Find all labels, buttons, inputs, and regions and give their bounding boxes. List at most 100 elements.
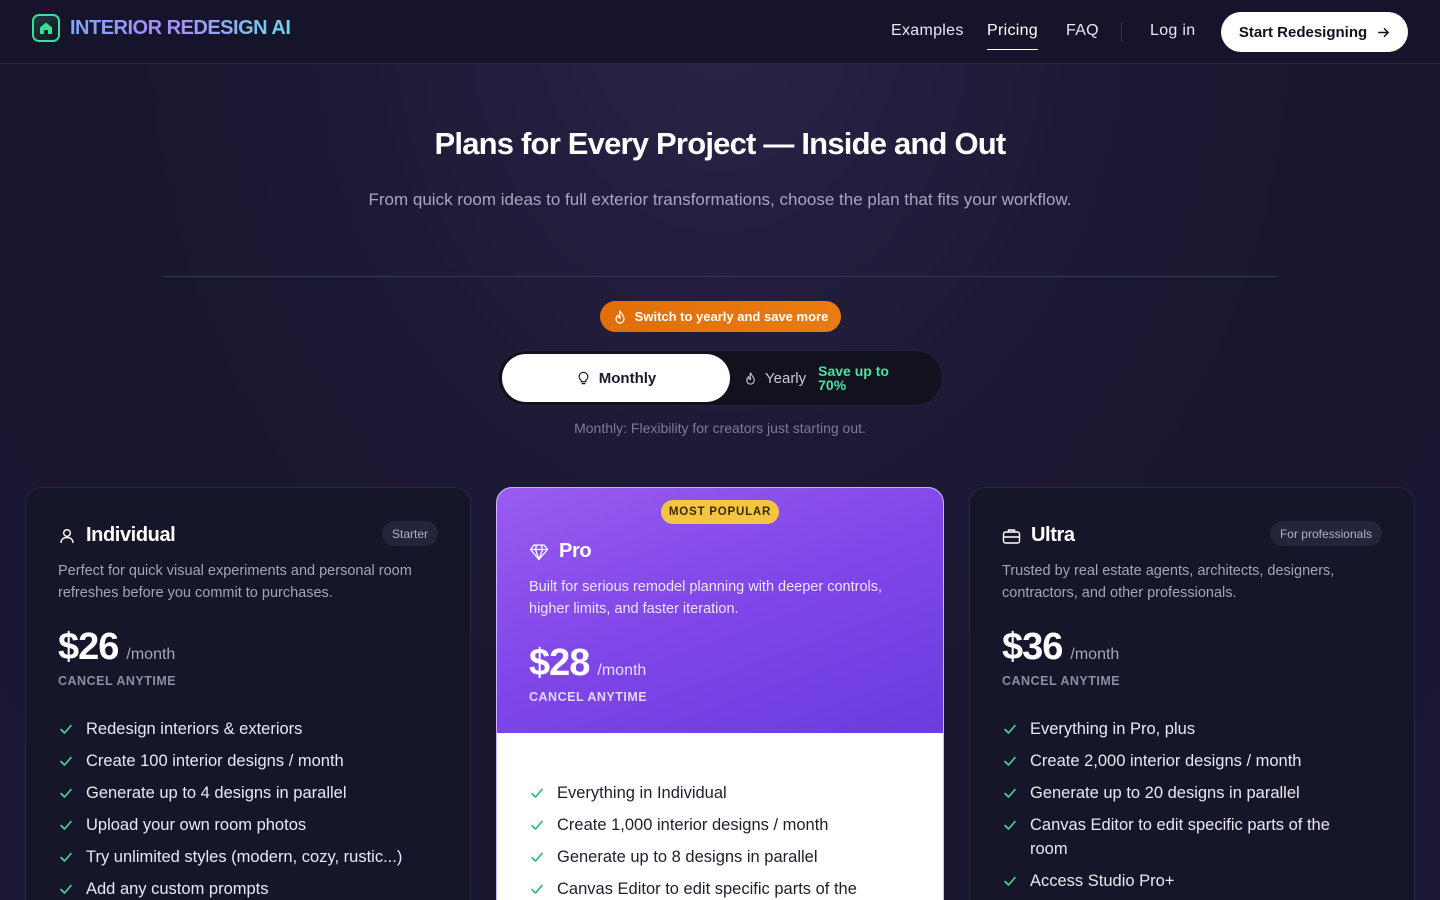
plan-description: Built for serious remodel planning with … bbox=[529, 579, 883, 617]
promo-label: Switch to yearly and save more bbox=[634, 309, 829, 324]
feature-item: Canvas Editor to edit specific parts of … bbox=[529, 877, 919, 900]
price-amount: $28 bbox=[529, 642, 590, 684]
feature-item: Generate up to 8 designs in parallel bbox=[529, 845, 919, 869]
plan-price: $26 /month bbox=[58, 626, 175, 669]
feature-list: Everything in Pro, plus Create 2,000 int… bbox=[1002, 717, 1342, 900]
page-subtitle: From quick room ideas to full exterior t… bbox=[368, 190, 1072, 209]
feature-item: Try unlimited styles (modern, cozy, rust… bbox=[58, 845, 448, 869]
feature-item: Generate up to 4 designs in parallel bbox=[58, 781, 448, 805]
nav-faq[interactable]: FAQ bbox=[1066, 22, 1099, 40]
feature-text: Add any custom prompts bbox=[86, 880, 269, 898]
lightbulb-icon bbox=[578, 371, 589, 384]
brand-name: INTERIOR REDESIGN AI bbox=[70, 16, 291, 39]
top-navbar: INTERIOR REDESIGN AI Examples Pricing FA… bbox=[0, 0, 1440, 64]
check-icon bbox=[1004, 788, 1016, 798]
plan-card-ultra: Ultra For professionals Trusted by real … bbox=[969, 487, 1415, 900]
feature-text: Generate up to 4 designs in parallel bbox=[86, 784, 347, 802]
check-icon bbox=[531, 884, 543, 894]
home-icon bbox=[32, 14, 60, 42]
feature-item: Add any custom prompts bbox=[58, 877, 448, 900]
check-icon bbox=[60, 724, 72, 734]
yearly-promo-button[interactable]: Switch to yearly and save more bbox=[600, 301, 841, 332]
plan-title: Individual bbox=[58, 524, 176, 547]
feature-text: Canvas Editor to edit specific parts of … bbox=[1030, 816, 1330, 858]
feature-text: Try unlimited styles (modern, cozy, rust… bbox=[86, 848, 403, 866]
nav-pricing[interactable]: Pricing bbox=[987, 22, 1038, 40]
feature-item: Create 100 interior designs / month bbox=[58, 749, 448, 773]
nav-active-underline bbox=[987, 49, 1038, 50]
yearly-option[interactable]: Yearly Save up to 70% bbox=[744, 354, 908, 402]
price-period: /month bbox=[1070, 646, 1120, 663]
briefcase-icon bbox=[1002, 528, 1021, 544]
plan-tag: Starter bbox=[381, 521, 438, 546]
check-icon bbox=[60, 852, 72, 862]
plan-description: Perfect for quick visual experiments and… bbox=[58, 563, 412, 601]
feature-text: Create 1,000 interior designs / month bbox=[557, 816, 829, 834]
start-redesigning-button[interactable]: Start Redesigning bbox=[1221, 12, 1408, 52]
price-period: /month bbox=[597, 662, 647, 679]
monthly-label: Monthly bbox=[598, 369, 657, 387]
user-icon bbox=[60, 528, 74, 543]
check-icon bbox=[60, 756, 72, 766]
check-icon bbox=[1004, 756, 1016, 766]
login-link[interactable]: Log in bbox=[1150, 22, 1195, 40]
page-title: Plans for Every Project — Inside and Out bbox=[434, 126, 1007, 161]
feature-item: Everything in Individual bbox=[529, 781, 919, 805]
feature-text: Upload your own room photos bbox=[86, 816, 307, 834]
feature-item: Upload your own room photos bbox=[58, 813, 448, 837]
plan-title: Ultra bbox=[1002, 524, 1075, 547]
plan-description: Trusted by real estate agents, architect… bbox=[1002, 563, 1335, 601]
check-icon bbox=[1004, 876, 1016, 886]
feature-text: Access Studio Pro+ bbox=[1030, 872, 1175, 890]
price-period: /month bbox=[126, 646, 176, 663]
price-amount: $36 bbox=[1002, 626, 1063, 668]
feature-text: Canvas Editor to edit specific parts of … bbox=[557, 880, 857, 898]
feature-item: Create 1,000 interior designs / month bbox=[529, 813, 919, 837]
check-icon bbox=[531, 820, 543, 830]
section-divider bbox=[163, 276, 1277, 277]
check-icon bbox=[1004, 820, 1016, 830]
price-amount: $26 bbox=[58, 626, 119, 668]
feature-list: Redesign interiors & exteriors Create 10… bbox=[58, 717, 448, 900]
feature-item: Redesign interiors & exteriors bbox=[58, 717, 448, 741]
most-popular-badge: MOST POPULAR bbox=[661, 500, 779, 524]
yearly-save-badge: Save up to 70% bbox=[818, 363, 889, 393]
yearly-label: Yearly bbox=[765, 369, 807, 387]
feature-item: Access Studio Pro+ bbox=[1002, 869, 1342, 893]
feature-text: Create 100 interior designs / month bbox=[86, 752, 344, 770]
feature-text: Redesign interiors & exteriors bbox=[86, 720, 303, 738]
plan-tag: For professionals bbox=[1269, 521, 1382, 546]
check-icon bbox=[531, 852, 543, 862]
feature-item: Create 2,000 interior designs / month bbox=[1002, 749, 1342, 773]
plan-note: CANCEL ANYTIME bbox=[58, 674, 177, 688]
nav-divider bbox=[1121, 22, 1122, 42]
plan-card-individual: Individual Starter Perfect for quick vis… bbox=[25, 487, 471, 900]
check-icon bbox=[60, 884, 72, 894]
check-icon bbox=[1004, 724, 1016, 734]
monthly-option[interactable]: Monthly bbox=[502, 354, 730, 402]
flame-icon bbox=[615, 309, 625, 324]
nav-examples[interactable]: Examples bbox=[891, 22, 964, 40]
feature-text: Generate up to 8 designs in parallel bbox=[557, 848, 818, 866]
check-icon bbox=[60, 788, 72, 798]
feature-text: Everything in Individual bbox=[557, 784, 727, 802]
plan-name: Individual bbox=[86, 524, 176, 546]
feature-item: Generate up to 20 designs in parallel bbox=[1002, 781, 1342, 805]
check-icon bbox=[60, 820, 72, 830]
feature-list: Everything in Individual Create 1,000 in… bbox=[529, 781, 919, 900]
arrow-right-icon bbox=[1378, 27, 1390, 37]
feature-text: Generate up to 20 designs in parallel bbox=[1030, 784, 1300, 802]
plan-note: CANCEL ANYTIME bbox=[529, 690, 648, 704]
plan-price: $28 /month bbox=[529, 642, 646, 685]
plan-note: CANCEL ANYTIME bbox=[1002, 674, 1121, 688]
plan-card-pro: Pro Built for serious remodel planning w… bbox=[496, 487, 944, 900]
feature-text: Everything in Pro, plus bbox=[1030, 720, 1196, 738]
plan-title: Pro bbox=[529, 540, 592, 563]
feature-item: Canvas Editor to edit specific parts of … bbox=[1002, 813, 1342, 861]
plan-name: Ultra bbox=[1031, 524, 1075, 546]
feature-item: Everything in Pro, plus bbox=[1002, 717, 1342, 741]
diamond-icon bbox=[529, 543, 549, 560]
flame-icon bbox=[746, 371, 755, 385]
billing-toggle: Monthly Yearly Save up to 70% bbox=[497, 350, 943, 406]
brand-logo[interactable]: INTERIOR REDESIGN AI bbox=[32, 14, 291, 42]
